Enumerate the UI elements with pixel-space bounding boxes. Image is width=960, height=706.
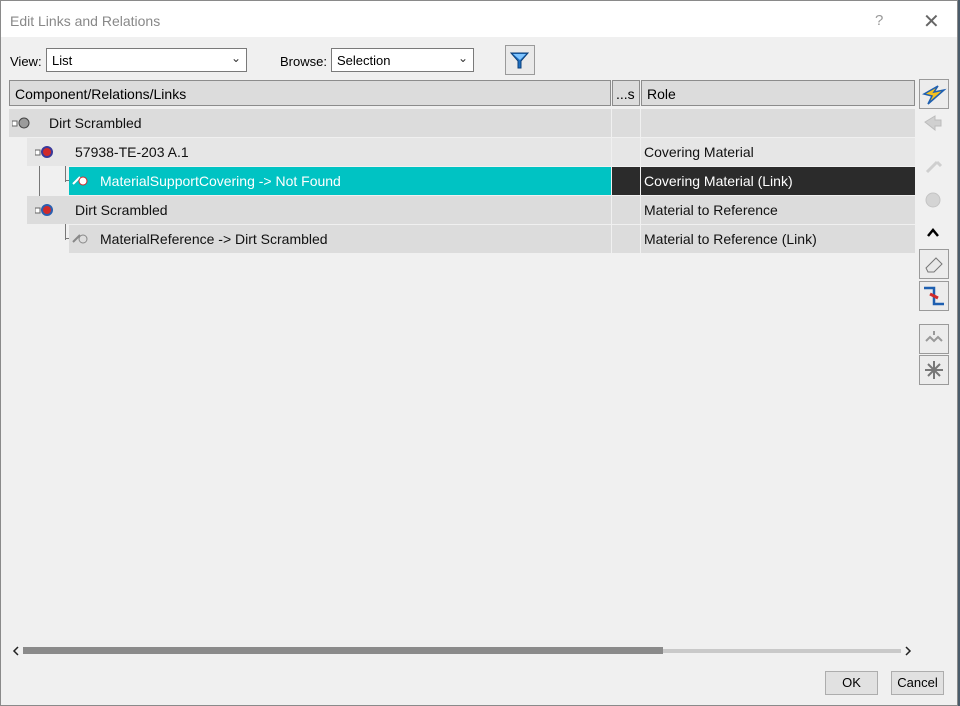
title-bar: Edit Links and Relations ? ✕ [1, 1, 957, 37]
row-name: 57938-TE-203 A.1 [75, 144, 189, 160]
lightning-icon [922, 85, 947, 105]
browse-label: Browse: [280, 54, 327, 69]
load-icon [925, 192, 941, 208]
column-header-status[interactable]: ...s [612, 80, 640, 106]
row-name: MaterialReference -> Dirt Scrambled [100, 231, 328, 247]
link-icon [72, 176, 88, 186]
chevron-down-icon: ⌄ [457, 51, 468, 65]
table-row-selected[interactable]: MaterialSupportCovering -> Not Found Cov… [9, 167, 915, 195]
row-name: Dirt Scrambled [49, 115, 142, 131]
replace-icon [924, 115, 942, 132]
chevron-down-icon: ⌄ [230, 51, 241, 65]
scroll-left-icon[interactable] [11, 644, 21, 658]
expand-all-button[interactable] [919, 324, 949, 354]
dialog-title: Edit Links and Relations [10, 13, 161, 29]
link-icon [72, 234, 88, 244]
collapse-button[interactable] [919, 219, 949, 249]
column-header-role[interactable]: Role [641, 80, 915, 106]
erase-button[interactable] [919, 249, 949, 279]
row-name: Dirt Scrambled [75, 202, 168, 218]
product-icon [12, 117, 30, 129]
row-role: Covering Material [644, 144, 754, 160]
row-role: Covering Material (Link) [644, 173, 793, 189]
break-link-button[interactable] [919, 281, 949, 311]
horizontal-scrollbar[interactable] [11, 644, 913, 658]
load-button[interactable] [919, 186, 949, 216]
filter-button[interactable] [505, 45, 535, 75]
column-header-component[interactable]: Component/Relations/Links [9, 80, 611, 106]
isolate-button[interactable] [919, 79, 949, 109]
row-role: Material to Reference [644, 202, 778, 218]
close-button[interactable]: ✕ [923, 9, 940, 34]
material-icon [35, 204, 53, 216]
scroll-right-icon[interactable] [903, 644, 913, 658]
filter-icon [509, 52, 530, 69]
row-name: MaterialSupportCovering -> Not Found [100, 173, 341, 189]
table-row[interactable]: Dirt Scrambled [9, 109, 915, 137]
scrollbar-thumb[interactable] [23, 647, 663, 654]
reconnect-icon [925, 160, 943, 174]
view-dropdown-value: List [52, 53, 73, 68]
chevron-up-icon [927, 228, 939, 237]
table-row[interactable]: 57938-TE-203 A.1 Covering Material [9, 138, 915, 166]
show-all-button[interactable] [919, 355, 949, 385]
material-icon [35, 146, 53, 158]
expand-icon [925, 331, 943, 343]
view-dropdown[interactable]: List ⌄ [46, 48, 247, 72]
table-row[interactable]: MaterialReference -> Dirt Scrambled Mate… [9, 225, 915, 253]
links-table: Component/Relations/Links ...s Role Dirt… [9, 80, 915, 640]
browse-dropdown-value: Selection [337, 53, 391, 68]
edit-links-dialog: Edit Links and Relations ? ✕ View: List … [0, 0, 958, 706]
help-button[interactable]: ? [875, 12, 883, 29]
eraser-icon [925, 257, 943, 273]
view-label: View: [10, 54, 42, 69]
reconnect-button[interactable] [919, 154, 949, 184]
ok-button[interactable]: OK [825, 671, 878, 695]
cancel-button[interactable]: Cancel [891, 671, 944, 695]
row-role: Material to Reference (Link) [644, 231, 817, 247]
sparkle-icon [925, 361, 943, 379]
browse-dropdown[interactable]: Selection ⌄ [331, 48, 474, 72]
replace-button[interactable] [919, 110, 949, 140]
break-link-icon [924, 286, 944, 306]
table-row[interactable]: Dirt Scrambled Material to Reference [9, 196, 915, 224]
